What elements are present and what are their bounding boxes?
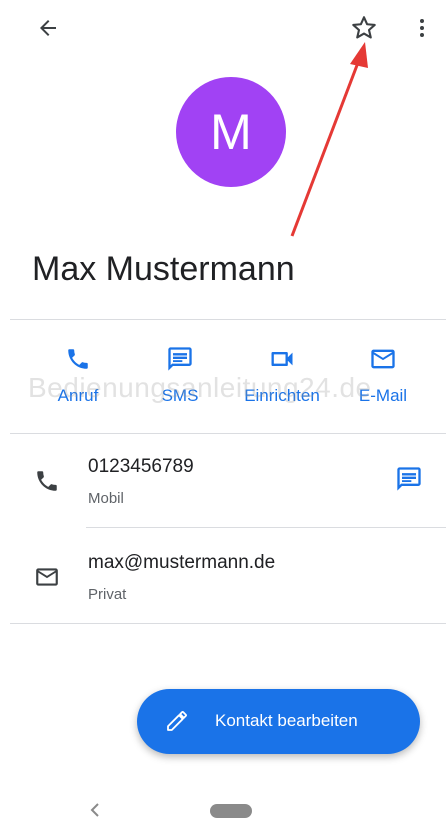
- action-email-label: E-Mail: [358, 386, 408, 405]
- divider: [10, 623, 446, 624]
- divider: [86, 527, 446, 528]
- favorite-star-button[interactable]: [344, 8, 384, 48]
- divider: [10, 433, 446, 434]
- mail-icon: [36, 568, 58, 586]
- action-call[interactable]: Anruf: [28, 340, 128, 420]
- nav-back-icon: [90, 803, 99, 817]
- contact-avatar: M: [176, 77, 286, 187]
- avatar-initial: M: [210, 104, 252, 160]
- arrow-back-icon: [40, 20, 56, 36]
- edit-pencil-icon: [167, 711, 187, 731]
- back-button[interactable]: [28, 10, 68, 46]
- divider: [10, 319, 446, 320]
- video-icon: [271, 352, 293, 366]
- action-video-setup[interactable]: Einrichten: [232, 340, 332, 420]
- quick-actions: Anruf SMS Einrichten E-Mail: [0, 340, 446, 420]
- email-detail-row[interactable]: max@mustermann.de Privat: [0, 544, 446, 620]
- edit-contact-label: Kontakt bearbeiten: [215, 711, 358, 730]
- action-sms-label: SMS: [161, 386, 199, 405]
- more-vert-icon: [420, 19, 424, 37]
- email-address: max@mustermann.de: [88, 552, 276, 573]
- phone-icon: [37, 471, 57, 491]
- mail-icon: [371, 349, 395, 369]
- system-nav-bar: [0, 784, 446, 836]
- message-icon: [168, 347, 192, 371]
- phone-type: Mobil: [88, 490, 124, 507]
- contact-name: Max Mustermann: [32, 250, 295, 288]
- top-app-bar: [0, 0, 446, 56]
- action-call-label: Anruf: [57, 386, 99, 405]
- nav-back-button[interactable]: [84, 798, 106, 822]
- edit-contact-button[interactable]: Kontakt bearbeiten: [137, 689, 420, 754]
- phone-number: 0123456789: [88, 456, 194, 477]
- action-video-setup-label: Einrichten: [244, 386, 320, 405]
- send-sms-button[interactable]: [392, 462, 426, 496]
- message-icon: [397, 467, 421, 491]
- home-pill-icon[interactable]: [210, 804, 252, 818]
- email-type: Privat: [88, 586, 127, 603]
- star-outline-icon: [352, 16, 376, 39]
- action-sms[interactable]: SMS: [130, 340, 230, 420]
- phone-icon: [68, 349, 88, 369]
- action-email[interactable]: E-Mail: [333, 340, 433, 420]
- phone-detail-row[interactable]: 0123456789 Mobil: [0, 450, 446, 526]
- more-options-button[interactable]: [402, 8, 442, 48]
